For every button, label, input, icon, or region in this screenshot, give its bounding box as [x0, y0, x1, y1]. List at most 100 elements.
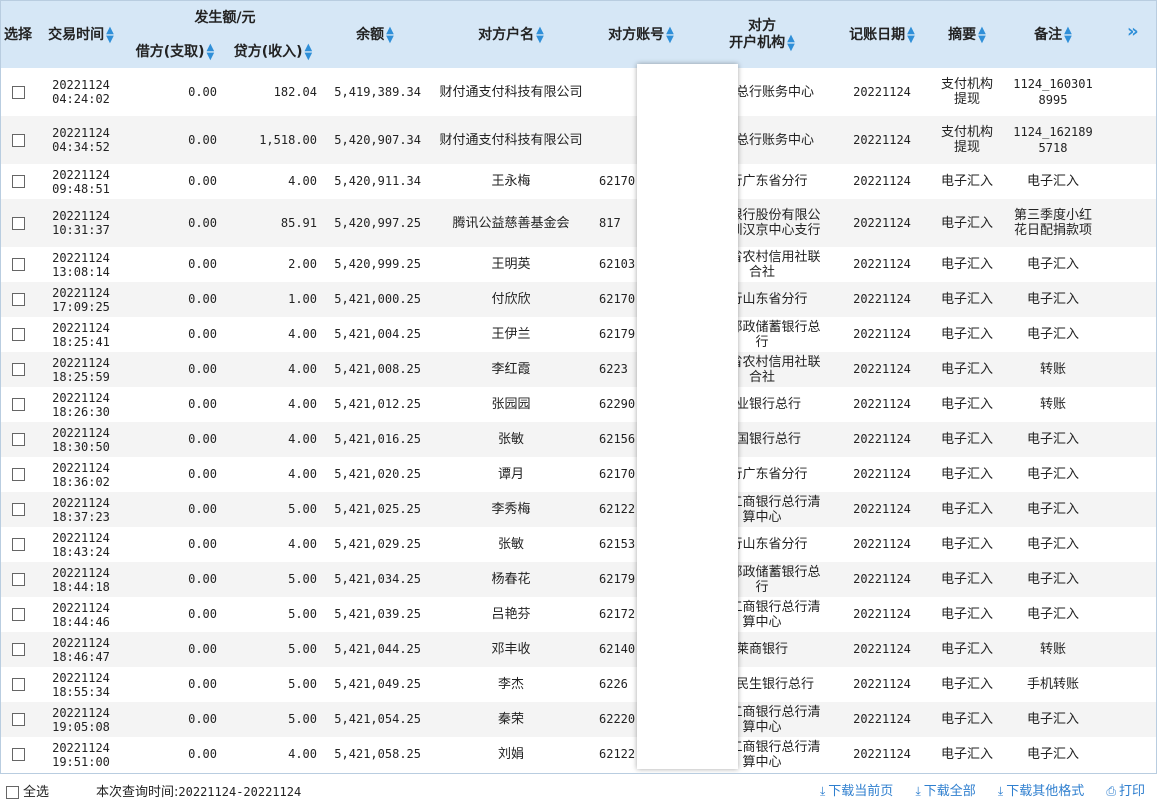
- row-select-cell[interactable]: [1, 164, 35, 199]
- table-row[interactable]: 20221124 18:43:24 0.00 4.00 5,421,029.25 张敏 62…: [1, 527, 1156, 562]
- sort-arrows-icon[interactable]: ▲ ▼: [207, 42, 215, 61]
- table-row[interactable]: 20221124 04:24:02 0.00 182.04 5,419,389.34 财付…: [1, 68, 1156, 116]
- row-summary: 电子汇入: [927, 352, 1007, 387]
- row-debit: 0.00: [127, 422, 223, 457]
- table-row[interactable]: 20221124 13:08:14 0.00 2.00 5,420,999.25 王明英 6…: [1, 247, 1156, 282]
- header-time[interactable]: 交易时间 ▲ ▼: [35, 1, 127, 68]
- row-select-cell[interactable]: [1, 247, 35, 282]
- header-summary[interactable]: 摘要 ▲ ▼: [927, 1, 1007, 68]
- header-remark[interactable]: 备注 ▲ ▼: [1007, 1, 1099, 68]
- row-checkbox[interactable]: [11, 175, 25, 188]
- sort-arrows-icon[interactable]: ▲ ▼: [666, 25, 674, 44]
- row-select-cell[interactable]: [1, 667, 35, 702]
- table-row[interactable]: 20221124 18:30:50 0.00 4.00 5,421,016.25 张敏 62…: [1, 422, 1156, 457]
- row-balance: 5,420,997.25: [323, 199, 427, 247]
- row-select-cell[interactable]: [1, 702, 35, 737]
- row-select-cell[interactable]: [1, 527, 35, 562]
- table-row[interactable]: 20221124 18:36:02 0.00 4.00 5,421,020.25 谭月 62…: [1, 457, 1156, 492]
- header-debit[interactable]: 借方(支取) ▲ ▼: [127, 35, 223, 68]
- table-row[interactable]: 20221124 18:55:34 0.00 5.00 5,421,049.25 李杰 62…: [1, 667, 1156, 702]
- row-summary: 电子汇入: [927, 562, 1007, 597]
- table-row[interactable]: 20221124 18:44:46 0.00 5.00 5,421,039.25 吕艳芬 6…: [1, 597, 1156, 632]
- sort-arrows-icon[interactable]: ▲ ▼: [386, 25, 394, 44]
- row-counter-name: 李杰: [497, 677, 524, 692]
- row-checkbox[interactable]: [11, 258, 25, 271]
- sort-arrows-icon[interactable]: ▲ ▼: [536, 25, 544, 44]
- row-checkbox[interactable]: [11, 608, 25, 621]
- row-checkbox[interactable]: [11, 468, 25, 481]
- double-chevron-right-icon[interactable]: »: [1127, 21, 1139, 42]
- row-checkbox[interactable]: [11, 85, 25, 99]
- row-counter-name: 邓丰收: [427, 632, 595, 667]
- row-select-cell[interactable]: [1, 387, 35, 422]
- select-all-checkbox[interactable]: [6, 786, 19, 799]
- row-checkbox[interactable]: [11, 503, 25, 516]
- table-row[interactable]: 20221124 18:37:23 0.00 5.00 5,421,025.25 李秀梅 6…: [1, 492, 1156, 527]
- table-row[interactable]: 20221124 09:48:51 0.00 4.00 5,420,911.34 王永梅 6…: [1, 164, 1156, 199]
- row-checkbox[interactable]: [11, 133, 25, 147]
- row-checkbox[interactable]: [11, 433, 25, 446]
- row-select-cell[interactable]: [1, 352, 35, 387]
- row-post-date: 20221124: [853, 327, 911, 341]
- sort-arrows-icon[interactable]: ▲ ▼: [1064, 25, 1072, 44]
- header-counter-name[interactable]: 对方户名 ▲ ▼: [427, 1, 595, 68]
- row-checkbox[interactable]: [11, 328, 25, 341]
- row-summary: 电子汇入: [940, 174, 993, 189]
- row-checkbox[interactable]: [11, 643, 25, 656]
- row-select-cell[interactable]: [1, 422, 35, 457]
- row-select-cell[interactable]: [1, 632, 35, 667]
- download-other-format-link[interactable]: ⤓ 下载其他格式: [998, 784, 1084, 799]
- row-spacer: [1099, 282, 1156, 317]
- row-checkbox[interactable]: [11, 398, 25, 411]
- sort-arrows-icon[interactable]: ▲ ▼: [787, 33, 795, 52]
- select-all[interactable]: 全选: [6, 781, 49, 800]
- row-counter-name: 秦荣: [427, 702, 595, 737]
- row-select-cell[interactable]: [1, 457, 35, 492]
- table-row[interactable]: 20221124 19:51:00 0.00 4.00 5,421,058.25 刘娟 62…: [1, 737, 1156, 772]
- header-post-date[interactable]: 记账日期 ▲ ▼: [837, 1, 927, 68]
- row-select-cell[interactable]: [1, 199, 35, 247]
- table-row[interactable]: 20221124 18:26:30 0.00 4.00 5,421,012.25 张园园 6…: [1, 387, 1156, 422]
- row-checkbox[interactable]: [11, 363, 25, 376]
- row-spacer: [1099, 164, 1156, 199]
- download-all-link[interactable]: ⤓ 下载全部: [915, 784, 975, 799]
- table-row[interactable]: 20221124 18:25:59 0.00 4.00 5,421,008.25 李红霞 6…: [1, 352, 1156, 387]
- table-row[interactable]: 20221124 17:09:25 0.00 1.00 5,421,000.25 付欣欣 6…: [1, 282, 1156, 317]
- row-select-cell[interactable]: [1, 562, 35, 597]
- row-select-cell[interactable]: [1, 597, 35, 632]
- header-counter-bank[interactable]: 对方 开户机构 ▲ ▼: [687, 1, 837, 68]
- table-row[interactable]: 20221124 10:31:37 0.00 85.91 5,420,997.25 腾讯公…: [1, 199, 1156, 247]
- row-remark: 1124_1603018995: [1013, 77, 1093, 107]
- header-credit[interactable]: 贷方(收入) ▲ ▼: [223, 35, 323, 68]
- sort-arrows-icon[interactable]: ▲ ▼: [305, 42, 313, 61]
- sort-arrows-icon[interactable]: ▲ ▼: [978, 25, 986, 44]
- row-time-cell: 20221124 04:24:02: [35, 68, 127, 116]
- table-row[interactable]: 20221124 18:46:47 0.00 5.00 5,421,044.25 邓丰收 6…: [1, 632, 1156, 667]
- header-post-date-label: 记账日期: [849, 26, 906, 43]
- row-checkbox[interactable]: [11, 538, 25, 551]
- row-checkbox[interactable]: [11, 713, 25, 726]
- row-checkbox[interactable]: [11, 293, 25, 306]
- row-checkbox[interactable]: [11, 216, 25, 230]
- table-row[interactable]: 20221124 18:44:18 0.00 5.00 5,421,034.25 杨春花 6…: [1, 562, 1156, 597]
- row-checkbox[interactable]: [11, 748, 25, 761]
- sort-arrows-icon[interactable]: ▲ ▼: [106, 25, 114, 44]
- row-select-cell[interactable]: [1, 68, 35, 116]
- row-summary: 电子汇入: [940, 327, 993, 342]
- print-link[interactable]: ⎙ 打印: [1106, 784, 1145, 799]
- download-current-page-link[interactable]: ⤓ 下载当前页: [820, 784, 893, 799]
- header-counter-account[interactable]: 对方账号 ▲ ▼: [595, 1, 687, 68]
- row-select-cell[interactable]: [1, 282, 35, 317]
- row-checkbox[interactable]: [11, 573, 25, 586]
- header-balance[interactable]: 余额 ▲ ▼: [323, 1, 427, 68]
- table-row[interactable]: 20221124 18:25:41 0.00 4.00 5,421,004.25 王伊兰 6…: [1, 317, 1156, 352]
- row-select-cell[interactable]: [1, 116, 35, 164]
- row-select-cell[interactable]: [1, 317, 35, 352]
- sort-arrows-icon[interactable]: ▲ ▼: [907, 25, 915, 44]
- row-balance: 5,421,020.25: [334, 467, 421, 481]
- row-select-cell[interactable]: [1, 492, 35, 527]
- table-row[interactable]: 20221124 04:34:52 0.00 1,518.00 5,420,907.34…: [1, 116, 1156, 164]
- table-row[interactable]: 20221124 19:05:08 0.00 5.00 5,421,054.25 秦荣 62…: [1, 702, 1156, 737]
- row-checkbox[interactable]: [11, 678, 25, 691]
- row-select-cell[interactable]: [1, 737, 35, 772]
